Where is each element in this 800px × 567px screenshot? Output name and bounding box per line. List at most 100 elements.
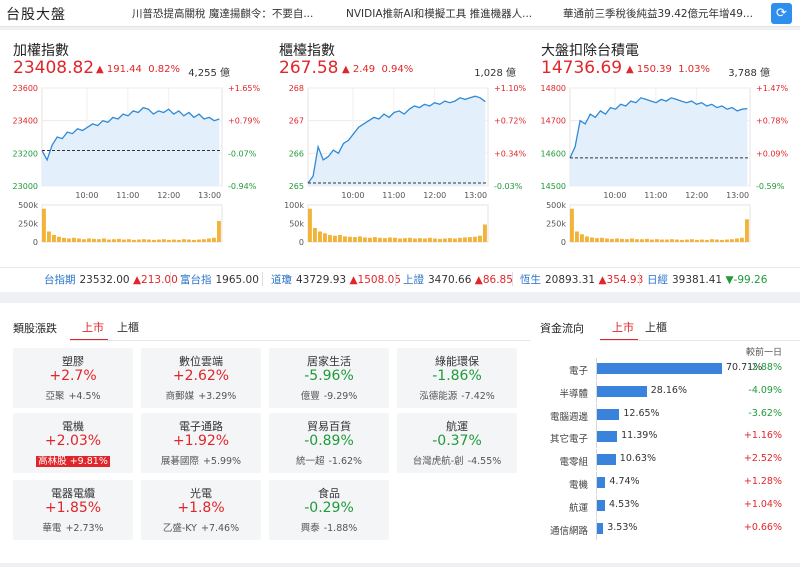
y-tick-label: 14800: [541, 84, 566, 93]
news-headline-2[interactable]: NVIDIA推新AI和模擬工具 推進機器人...: [346, 6, 542, 21]
volume-bar: [77, 238, 81, 242]
flow-bar: [597, 499, 605, 511]
flow-row[interactable]: 航運 4.53% +1.04%: [530, 494, 800, 517]
flow-sector-name: 電零組: [559, 457, 588, 469]
volume-bar: [590, 237, 594, 242]
volume-bar: [413, 238, 417, 242]
flow-bar: [597, 431, 618, 443]
sector-tile[interactable]: 數位雲端 +2.62% 商郵媒 +3.29%: [141, 348, 261, 408]
flow-bar: [597, 385, 647, 397]
refresh-button[interactable]: ⟳: [771, 3, 792, 24]
volume-bar: [363, 237, 367, 242]
sector-tile[interactable]: 貿易百貨 -0.89% 統一超 -1.62%: [269, 413, 389, 473]
volume-bar: [87, 238, 91, 242]
tab-otc[interactable]: 上櫃: [117, 319, 139, 335]
flow-row[interactable]: 通信網路 3.53% +0.66%: [530, 517, 800, 540]
tab-listed[interactable]: 上市: [82, 319, 104, 335]
volume-bar: [740, 237, 744, 242]
y-tick-label: 23400: [13, 117, 38, 126]
volume-bar: [388, 237, 392, 242]
volume-bar: [720, 239, 724, 242]
sector-tile[interactable]: 居家生活 -5.96% 億豐 -9.29%: [269, 348, 389, 408]
volume-bar: [625, 239, 629, 242]
sector-tile[interactable]: 塑膠 +2.7% 亞聚 +4.5%: [13, 348, 133, 408]
volume-bar: [473, 236, 477, 242]
volume-bar: [147, 239, 151, 242]
x-tick-label: 12:00: [685, 191, 708, 200]
volume-bar: [655, 239, 659, 242]
volume-tick-label: 500k: [546, 201, 566, 210]
future-hangseng[interactable]: 恆生 20893.31 ▲354.93: [520, 272, 643, 287]
sector-tile[interactable]: 食品 -0.29% 興泰 -1.88%: [269, 480, 389, 540]
volume-bar: [72, 237, 76, 242]
future-msci-taiwan[interactable]: 富台指 1965.00: [180, 272, 259, 287]
news-headline-3[interactable]: 華通前三季稅後純益39.42億元年增49...: [563, 6, 753, 21]
sector-tile[interactable]: 電機 +2.03% 高林股 +9.81%: [13, 413, 133, 473]
flow-prev-day-label: 較前一日: [746, 348, 783, 358]
flow-row[interactable]: 半導體 28.16% -4.09%: [530, 380, 800, 403]
sector-name: 塑膠: [62, 355, 84, 368]
volume-bar: [680, 239, 684, 242]
volume-bar: [433, 238, 437, 242]
sector-tile[interactable]: 光電 +1.8% 乙盛-KY +7.46%: [141, 480, 261, 540]
sector-tile[interactable]: 綠能環保 -1.86% 泓德能源 -7.42%: [397, 348, 517, 408]
volume-bar: [67, 238, 71, 242]
sector-leader: 高林股 +9.81%: [36, 456, 110, 467]
future-shanghai[interactable]: 上證 3470.66 ▲86.85: [403, 272, 513, 287]
index-value: 23408.82: [13, 58, 95, 78]
flow-tab-otc[interactable]: 上櫃: [645, 319, 667, 335]
volume-tick-label: 0: [33, 238, 38, 247]
flow-share: 28.16%: [650, 384, 687, 396]
sector-tile[interactable]: 電子通路 +1.92% 展碁國際 +5.99%: [141, 413, 261, 473]
flow-share: 11.39%: [621, 430, 658, 442]
volume-bar: [333, 235, 337, 242]
sector-leader: 展碁國際 +5.99%: [160, 456, 242, 467]
y-tick-label: 265: [289, 182, 304, 191]
future-dow[interactable]: 道瓊 43729.93 ▲1508.05: [271, 272, 401, 287]
flow-sector-name: 半導體: [559, 388, 588, 400]
index-name: 櫃檯指數: [279, 43, 335, 59]
flow-share: 3.53%: [607, 521, 638, 533]
volume-bar: [348, 236, 352, 242]
sector-leader: 統一超 -1.62%: [295, 456, 363, 467]
index-chart: 23600 23400 23200 23000 +1.65% +0.79% -0.07% -0…: [13, 84, 261, 247]
volume-bar: [438, 238, 442, 242]
flow-row[interactable]: 電腦週邊 12.65% -3.62%: [530, 403, 800, 426]
index-card-otc[interactable]: 櫃檯指數 267.58 ▲ 2.49 0.94% 1,028 億 268 267 2…: [266, 38, 527, 260]
volume-bar: [378, 237, 382, 242]
flow-tab-listed[interactable]: 上市: [612, 319, 634, 335]
news-headline-1[interactable]: 川普恐提高關稅 魔達揚麒令：不要自...: [132, 6, 322, 21]
index-value: 267.58: [279, 58, 339, 78]
volume-bar: [137, 239, 141, 242]
flow-change: +2.52%: [743, 453, 782, 465]
future-taifex[interactable]: 台指期 23532.00 ▲213.00: [44, 272, 178, 287]
flow-row[interactable]: 電子 70.71% -2.88%: [530, 358, 800, 380]
future-nikkei[interactable]: 日經 39381.41 ▼-99.26: [647, 272, 767, 287]
sector-tile[interactable]: 電器電纜 +1.85% 華電 +2.73%: [13, 480, 133, 540]
flow-bar: [597, 454, 616, 466]
flow-sector-name: 電子: [568, 366, 588, 377]
flow-sector-name: 通信網路: [549, 525, 588, 537]
flow-row[interactable]: 電機 4.74% +1.28%: [530, 472, 800, 494]
volume-bar: [645, 238, 649, 242]
flow-share: 4.74%: [609, 476, 640, 487]
index-volume: 3,788 億: [728, 68, 770, 79]
sector-name: 航運: [446, 420, 468, 433]
index-card-ex-tsmc[interactable]: 大盤扣除台積電 14736.69 ▲ 150.39 1.03% 3,788 億 …: [528, 38, 789, 260]
sector-leader: 興泰 -1.88%: [300, 523, 358, 534]
flow-row[interactable]: 電零組 10.63% +2.52%: [530, 449, 800, 472]
volume-bar: [478, 235, 482, 242]
flow-change: +1.28%: [743, 476, 782, 487]
flow-row[interactable]: 其它電子 11.39% +1.16%: [530, 426, 800, 449]
sector-leader: 億豐 -9.29%: [300, 391, 358, 402]
volume-bar: [735, 238, 739, 242]
flow-change: +1.16%: [743, 430, 782, 442]
volume-bar: [318, 231, 322, 242]
x-tick-label: 10:00: [603, 191, 626, 200]
sector-tile[interactable]: 航運 -0.37% 台灣虎航-創 -4.55%: [397, 413, 517, 473]
sector-change: -1.86%: [432, 368, 482, 384]
index-card-taiex[interactable]: 加權指數 23408.82 ▲ 191.44 0.82% 4,255 億 236…: [0, 38, 261, 260]
index-change: ▲ 2.49 0.94%: [342, 64, 414, 75]
x-tick-label: 11:00: [382, 191, 405, 200]
fund-flow-panel: 資金流向 上市 上櫃 較前一日 電子 70.71% -2.88% 半導體 28.16% -…: [530, 303, 800, 563]
